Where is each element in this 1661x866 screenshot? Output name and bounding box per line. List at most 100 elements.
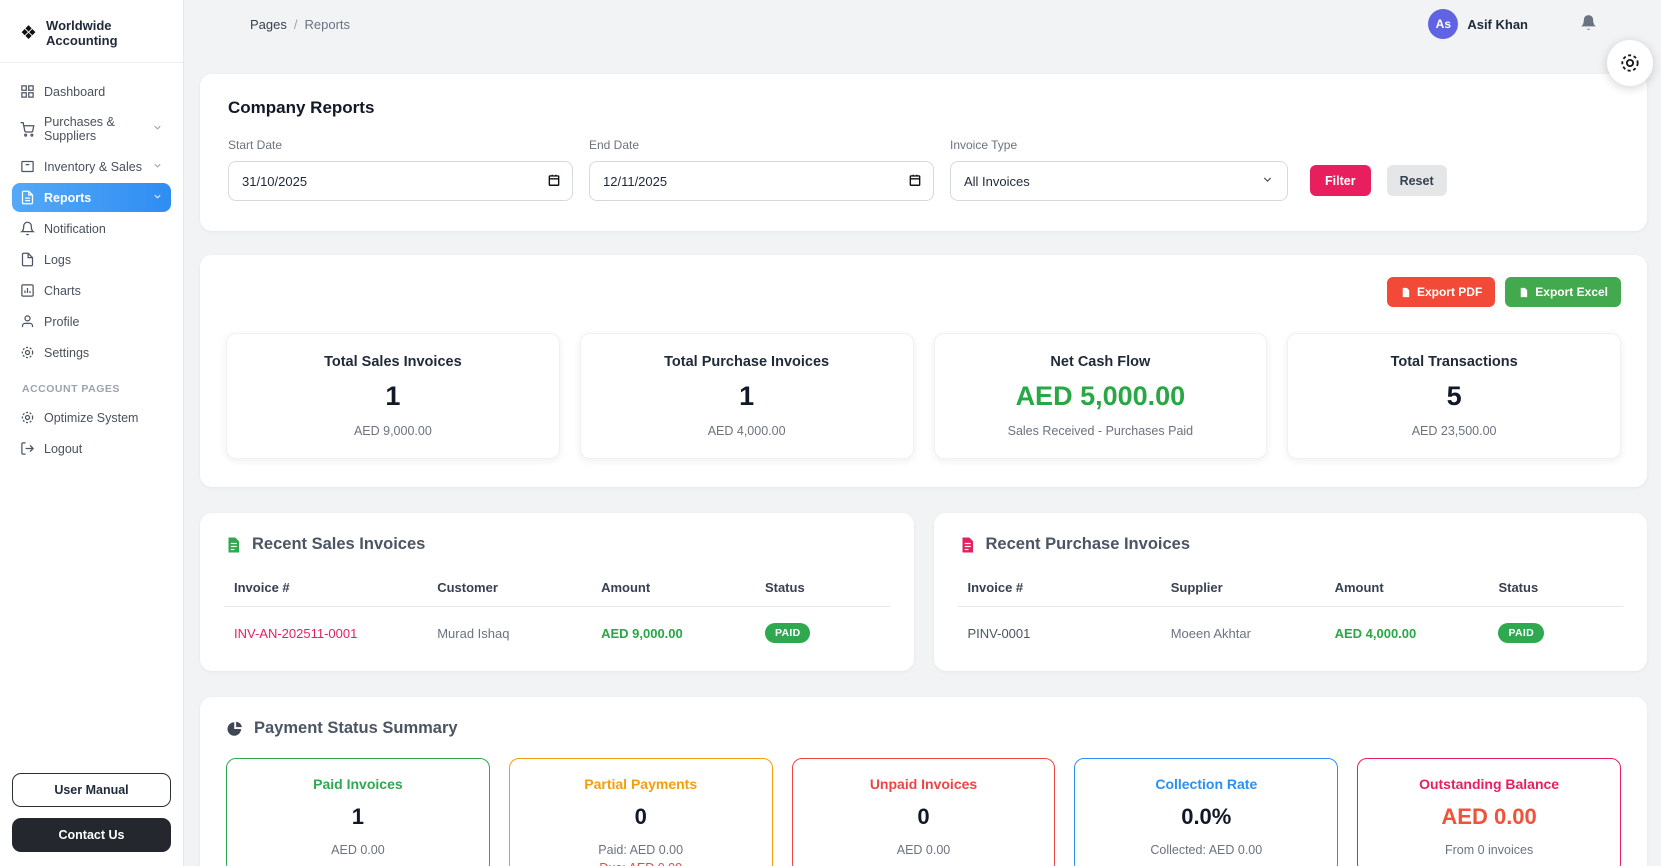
sidebar-item-dashboard[interactable]: Dashboard [12,77,171,106]
status-badge: PAID [1498,623,1544,643]
export-row: Export PDF Export Excel [226,277,1621,307]
sidebar-item-label: Dashboard [44,84,106,99]
sidebar-item-label: Notification [44,221,106,236]
chevron-down-icon [1261,173,1274,189]
invoice-amount: AED 9,000.00 [601,625,683,641]
sales-invoice-icon [228,537,239,552]
app-title: Worldwide Accounting [46,18,118,48]
sidebar-item-notification[interactable]: Notification [12,214,171,243]
stat-subtitle: AED 9,000.00 [353,424,432,438]
status-badge: PAID [764,623,811,643]
start-date-input[interactable] [228,161,573,201]
settings-fab-button[interactable] [1607,40,1653,86]
table-row[interactable]: PINV-0001 Moeen Akhtar AED 4,000.00 PAID [958,607,1624,661]
summary-stats-card: Export PDF Export Excel Total Sales Invo… [200,255,1647,487]
page-title: Company Reports [228,98,375,117]
payment-cards-grid: Paid Invoices 1 AED 0.00 Partial Payment… [226,758,1621,866]
stat-value: 1 [739,381,755,411]
dashboard-icon [21,85,34,98]
chevron-down-icon [152,122,163,136]
outstanding-balance-card: Outstanding Balance AED 0.00 From 0 invo… [1357,758,1621,866]
invoice-number[interactable]: INV-AN-202511-0001 [234,626,437,641]
avatar[interactable]: As [1428,9,1459,39]
sidebar-nav: Dashboard Purchases & Suppliers Inventor… [0,63,183,463]
sidebar-item-optimize-system[interactable]: Optimize System [12,403,171,432]
bar-chart-icon [21,284,34,297]
stat-value: 5 [1446,381,1462,411]
export-excel-button[interactable]: Export Excel [1505,277,1621,307]
section-header: Payment Status Summary [226,719,1621,738]
calendar-icon[interactable] [908,173,922,190]
bell-icon [20,221,35,236]
sidebar-item-label: Inventory & Sales [44,159,142,174]
recent-invoices-row: Recent Sales Invoices Invoice # Customer… [200,513,1647,671]
pie-chart-icon [227,721,242,736]
user-block: As Asif Khan [1428,9,1621,39]
stat-total-purchase-invoices: Total Purchase Invoices 1 AED 4,000.00 [579,333,914,459]
section-title: Recent Purchase Invoices [985,535,1191,553]
recent-sales-invoices-card: Recent Sales Invoices Invoice # Customer… [200,513,914,671]
filter-button[interactable]: Filter [1310,165,1371,196]
invoice-type-label: Invoice Type [950,138,1018,152]
end-date-label: End Date [589,138,640,152]
excel-file-icon [1521,287,1528,297]
sidebar-section-account-pages: ACCOUNT PAGES [22,383,120,395]
unpaid-invoices-card: Unpaid Invoices 0 AED 0.00 [791,758,1056,866]
table-header: Invoice # Supplier Amount Status [957,570,1623,607]
archive-box-icon [21,160,34,173]
sidebar-item-label: Reports [44,190,92,205]
user-name[interactable]: Asif Khan [1467,17,1528,32]
stat-value: 1 [385,381,401,411]
invoice-type-select[interactable]: All Invoices [950,161,1288,201]
section-title: Recent Sales Invoices [252,535,426,553]
supplier-name: Moeen Akhtar [1170,625,1251,641]
logout-icon [21,442,35,455]
breadcrumb: Pages / Reports [250,17,350,32]
sidebar-item-label: Purchases & Suppliers [44,115,115,143]
sidebar-item-logs[interactable]: Logs [12,245,171,274]
calendar-icon[interactable] [547,173,561,190]
gear-icon [21,411,34,424]
stats-row: Total Sales Invoices 1 AED 9,000.00 Tota… [226,333,1621,459]
sidebar-item-label: Profile [44,314,80,329]
chevron-down-icon [152,160,163,174]
sidebar-item-settings[interactable]: Settings [12,338,171,367]
pdf-file-icon [1402,287,1410,297]
top-bar: Pages / Reports As Asif Khan [200,0,1647,48]
sidebar-item-label: Settings [44,345,90,360]
report-document-icon [21,190,34,205]
recent-purchase-invoices-card: Recent Purchase Invoices Invoice # Suppl… [933,513,1647,671]
invoice-number[interactable]: PINV-0001 [968,626,1171,641]
sidebar-item-logout[interactable]: Logout [12,434,171,463]
sidebar-item-purchases-suppliers[interactable]: Purchases & Suppliers [12,108,171,150]
stat-subtitle: AED 4,000.00 [707,424,786,438]
notification-bell-icon[interactable] [1580,14,1597,34]
contact-us-button[interactable]: Contact Us [12,818,171,852]
table-header: Invoice # Customer Amount Status [224,570,890,607]
end-date-input[interactable] [589,161,934,201]
sidebar: ❖ Worldwide Accounting Dashboard Purchas… [0,0,184,866]
cart-icon [20,121,35,137]
table-row[interactable]: INV-AN-202511-0001 Murad Ishaq AED 9,000… [224,607,890,661]
export-pdf-button[interactable]: Export PDF [1386,277,1496,307]
user-icon [21,315,34,328]
user-manual-button[interactable]: User Manual [12,773,171,807]
stat-value: AED 5,000.00 [1015,381,1186,411]
sidebar-item-reports[interactable]: Reports [12,183,171,212]
end-date-field: End Date [589,138,934,201]
sidebar-item-charts[interactable]: Charts [12,276,171,305]
breadcrumb-separator: / [293,16,298,32]
start-date-field: Start Date [228,138,573,201]
sidebar-footer: User Manual Contact Us [12,773,171,852]
app-logo-icon: ❖ [20,22,38,44]
invoice-type-value: All Invoices [964,173,1030,189]
stat-subtitle: AED 23,500.00 [1411,424,1497,438]
gear-icon [1621,54,1639,72]
file-icon [21,252,34,267]
reset-button[interactable]: Reset [1386,165,1447,196]
sidebar-item-inventory-sales[interactable]: Inventory & Sales [12,152,171,181]
sidebar-item-profile[interactable]: Profile [12,307,171,336]
breadcrumb-pages[interactable]: Pages [250,17,287,32]
main-content: Pages / Reports As Asif Khan Company Rep… [184,0,1661,866]
company-reports-card: Company Reports Start Date End Date [200,74,1647,231]
